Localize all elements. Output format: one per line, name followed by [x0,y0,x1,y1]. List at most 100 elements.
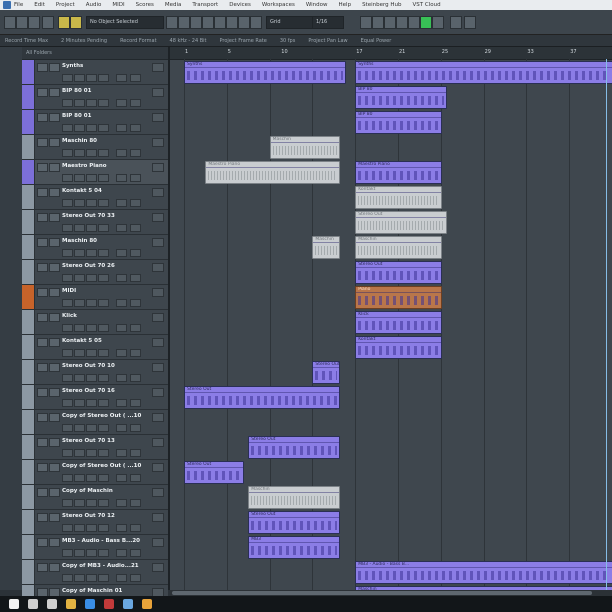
monitor-button[interactable] [74,374,85,382]
lock-button[interactable] [116,249,127,257]
edit-instrument-button[interactable] [152,238,164,247]
mute-button[interactable] [37,513,48,522]
lock-button[interactable] [116,99,127,107]
midi-part[interactable]: Klick [355,311,442,334]
track-name[interactable]: Stereo Out 70 13 [62,438,115,444]
record-enable-button[interactable] [62,374,73,382]
scrollbar-thumb[interactable] [172,591,592,595]
menu-item-window[interactable]: Window [306,2,328,8]
solo-button[interactable] [49,138,60,147]
midi-part[interactable]: Kontakt [355,336,442,359]
lock-button[interactable] [116,299,127,307]
record-enable-button[interactable] [62,224,73,232]
monitor-button[interactable] [74,199,85,207]
write-button[interactable] [98,124,109,132]
mute-button[interactable] [37,163,48,172]
read-button[interactable] [86,174,97,182]
edit-instrument-button[interactable] [152,388,164,397]
solo-button[interactable] [49,263,60,272]
track-row[interactable]: BIP 80 01 [22,85,168,110]
monitor-button[interactable] [74,99,85,107]
monitor-button[interactable] [74,574,85,582]
track-color-strip[interactable] [22,535,35,559]
edit-instrument-button[interactable] [152,263,164,272]
read-button[interactable] [86,399,97,407]
track-color-strip[interactable] [22,260,35,284]
track-color-strip[interactable] [22,335,35,359]
monitor-button[interactable] [74,499,85,507]
read-button[interactable] [86,449,97,457]
midi-part[interactable]: Maestro Piano [355,161,442,184]
solo-button[interactable] [49,313,60,322]
go-to-start-button[interactable] [360,16,372,29]
read-button[interactable] [86,249,97,257]
edit-instrument-button[interactable] [152,163,164,172]
mute-button[interactable] [37,263,48,272]
edit-instrument-button[interactable] [152,538,164,547]
solo-button[interactable] [49,538,60,547]
write-button[interactable] [98,424,109,432]
stop-button[interactable] [408,16,420,29]
task-view-icon[interactable] [47,599,57,609]
midi-part[interactable]: Synths [184,61,346,84]
track-row[interactable]: Copy of Maschin [22,485,168,510]
mute-button[interactable] [37,63,48,72]
track-name[interactable]: MIDI [62,288,76,294]
mute-button[interactable] [37,113,48,122]
solo-button[interactable] [49,413,60,422]
metronome-button[interactable] [450,16,462,29]
inserts-button[interactable] [130,149,141,157]
track-name[interactable]: BIP 80 01 [62,113,91,119]
menu-item-media[interactable]: Media [165,2,182,8]
cubase-icon[interactable] [104,599,114,609]
track-color-strip[interactable] [22,85,35,109]
mute-button[interactable] [37,338,48,347]
monitor-button[interactable] [74,324,85,332]
read-button[interactable] [86,299,97,307]
track-name[interactable]: Maschin 80 [62,138,97,144]
edit-instrument-button[interactable] [152,463,164,472]
mute-button[interactable] [37,413,48,422]
track-name[interactable]: BIP 80 01 [62,88,91,94]
mute-button[interactable] [37,138,48,147]
lock-button[interactable] [116,474,127,482]
monitor-button[interactable] [74,274,85,282]
track-row[interactable]: Stereo Out 70 12 [22,510,168,535]
track-row[interactable]: Copy of Stereo Out ( ...10 [22,410,168,435]
track-row[interactable]: Copy of Stereo Out ( ...10 [22,460,168,485]
write-button[interactable] [98,199,109,207]
quantize-field[interactable]: 1/16 [312,16,344,29]
solo-button[interactable] [49,113,60,122]
track-row[interactable]: Maestro Piano [22,160,168,185]
read-button[interactable] [86,499,97,507]
lock-button[interactable] [116,349,127,357]
right-locator[interactable] [606,59,607,590]
object-select-tool[interactable] [166,16,178,29]
record-enable-button[interactable] [62,324,73,332]
menu-item-devices[interactable]: Devices [229,2,251,8]
mute-button[interactable] [37,363,48,372]
track-color-strip[interactable] [22,60,35,84]
audio-event[interactable]: Maschin [248,486,341,509]
edit-instrument-button[interactable] [152,138,164,147]
midi-part[interactable]: BIP 80 [355,111,442,134]
split-tool[interactable] [190,16,202,29]
write-button[interactable] [98,299,109,307]
read-button[interactable] [86,149,97,157]
menu-item-transport[interactable]: Transport [192,2,218,8]
write-button[interactable] [98,524,109,532]
inserts-button[interactable] [130,124,141,132]
cycle-button[interactable] [396,16,408,29]
mute-button[interactable] [37,438,48,447]
write-button[interactable] [98,399,109,407]
menu-item-midi[interactable]: MIDI [112,2,124,8]
mute-button[interactable] [37,563,48,572]
inserts-button[interactable] [130,74,141,82]
audio-event[interactable]: Maschin [269,136,341,159]
solo-button[interactable] [49,338,60,347]
menu-item-audio[interactable]: Audio [86,2,102,8]
audio-event[interactable]: Kontakt [355,186,442,209]
lock-button[interactable] [116,324,127,332]
edit-instrument-button[interactable] [152,338,164,347]
lock-button[interactable] [116,399,127,407]
